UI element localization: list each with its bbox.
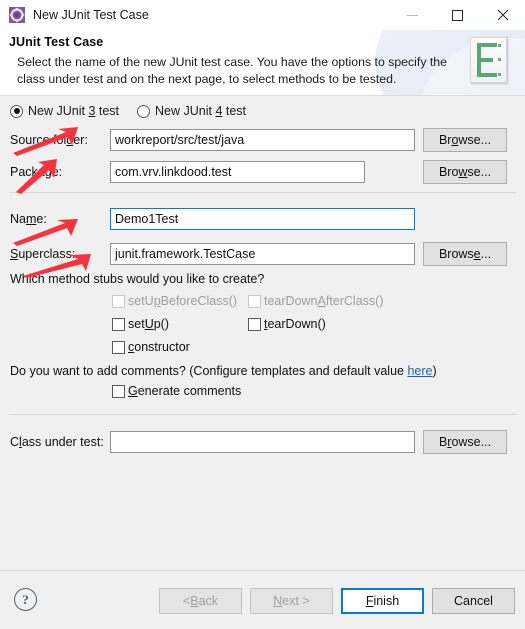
- class-under-test-input[interactable]: [110, 431, 415, 453]
- package-input[interactable]: [110, 161, 365, 183]
- comments-question-suffix: ): [432, 364, 437, 378]
- superclass-row: Superclass: Browse...: [10, 242, 507, 266]
- cancel-button[interactable]: Cancel: [432, 588, 515, 614]
- class-under-test-row: Class under test: Br owse...: [10, 430, 507, 454]
- radio-new-junit-4-test[interactable]: New JUnit 4 test: [137, 104, 246, 118]
- checkbox-constructor[interactable]: constructor: [112, 340, 190, 354]
- junit-gear-icon: [9, 7, 25, 23]
- dialog-body: New JUnit 3 test New JUnit 4 test Source…: [0, 96, 525, 570]
- checkbox-generate-comments-box: [112, 384, 125, 398]
- footer-button-group: < Back Next > Finish Cancel: [159, 588, 515, 614]
- name-input[interactable]: [110, 208, 415, 230]
- help-icon[interactable]: ?: [14, 588, 37, 611]
- checkbox-teardown-label: tearDown(): [264, 317, 326, 331]
- superclass-browse-button[interactable]: Brows e...: [423, 242, 507, 266]
- checkbox-constructor-label: constructor: [128, 340, 190, 354]
- radio-junit4-label: New JUnit 4 test: [155, 104, 247, 118]
- checkbox-teardown[interactable]: tearDown(): [248, 317, 326, 331]
- new-junit-test-case-dialog: New JUnit Test Case JUnit Test Case Sele…: [0, 0, 525, 629]
- source-folder-input[interactable]: [110, 129, 415, 151]
- junit-wizard-banner-icon: [470, 37, 507, 83]
- source-folder-label: Source folder:: [10, 133, 88, 147]
- radio-junit3-label: New JUnit 3 test: [28, 104, 120, 118]
- method-stubs-question: Which method stubs would you like to cre…: [10, 272, 265, 286]
- radio-junit4-indicator: [137, 104, 151, 118]
- superclass-input[interactable]: [110, 243, 415, 265]
- source-folder-row: Source folder: Browse...: [10, 128, 507, 152]
- next-button[interactable]: Next >: [250, 588, 333, 614]
- checkbox-teardownafterclass-label: tearDownAfterClass(): [264, 294, 384, 308]
- class-under-test-browse-button[interactable]: Br owse...: [423, 430, 507, 454]
- checkbox-teardown-box: [248, 317, 261, 331]
- configure-templates-link[interactable]: here: [407, 364, 432, 378]
- checkbox-generate-comments-label: Generate comments: [128, 384, 242, 398]
- checkbox-setup[interactable]: setUp(): [112, 317, 169, 331]
- package-label: Package:: [10, 165, 63, 179]
- close-icon[interactable]: [480, 0, 525, 30]
- comments-question-prefix: Do you want to add comments? (Configure …: [10, 364, 408, 378]
- window-title: New JUnit Test Case: [33, 8, 149, 22]
- back-button[interactable]: < Back: [159, 588, 242, 614]
- wizard-header: JUnit Test Case Select the name of the n…: [0, 30, 525, 96]
- package-browse-button[interactable]: Bro w se...: [423, 160, 507, 184]
- section-separator-2: [9, 414, 516, 415]
- superclass-label: Superclass:: [10, 247, 76, 261]
- checkbox-constructor-box: [112, 340, 125, 354]
- comments-question: Do you want to add comments? (Configure …: [10, 364, 437, 378]
- maximize-icon[interactable]: [435, 0, 480, 30]
- name-label: Name:: [10, 212, 47, 226]
- dialog-footer: ? < Back Next > Finish Cancel: [0, 570, 525, 629]
- junit-version-radio-group: New JUnit 3 test New JUnit 4 test: [10, 104, 246, 118]
- source-folder-browse-button[interactable]: Br o wse...: [423, 128, 507, 152]
- radio-junit3-indicator: [10, 104, 23, 118]
- name-row: Name:: [10, 208, 415, 230]
- radio-new-junit-3-test[interactable]: New JUnit 3 test: [10, 104, 119, 118]
- checkbox-setup-box: [112, 317, 125, 331]
- section-separator-1: [9, 192, 516, 193]
- checkbox-setupbeforeclass-box: [112, 294, 125, 308]
- finish-button[interactable]: Finish: [341, 588, 424, 614]
- window-controls: [390, 0, 525, 30]
- page-description: Select the name of the new JUnit test ca…: [17, 55, 447, 86]
- checkbox-generate-comments[interactable]: Generate comments: [112, 384, 241, 398]
- checkbox-setupbeforeclass-label: setUpBeforeClass(): [128, 294, 238, 308]
- checkbox-setupbeforeclass[interactable]: setUpBeforeClass(): [112, 294, 237, 308]
- class-under-test-label: Class under test:: [10, 435, 104, 449]
- title-bar: New JUnit Test Case: [0, 0, 525, 30]
- checkbox-setup-label: setUp(): [128, 317, 169, 331]
- checkbox-teardownafterclass[interactable]: tearDownAfterClass(): [248, 294, 384, 308]
- checkbox-teardownafterclass-box: [248, 294, 261, 308]
- minimize-icon[interactable]: [390, 0, 435, 30]
- page-title: JUnit Test Case: [9, 35, 104, 49]
- package-row: Package: Browse...: [10, 160, 507, 184]
